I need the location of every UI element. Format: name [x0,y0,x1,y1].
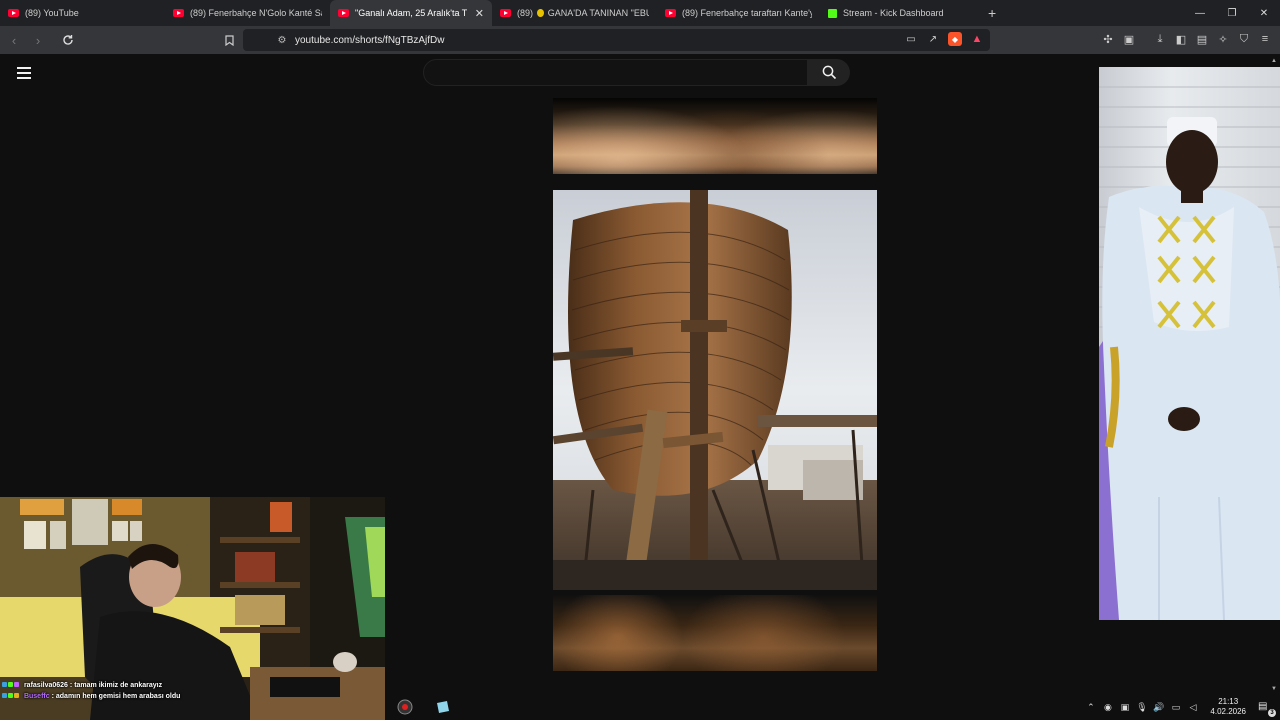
clock-date: 4.02.2026 [1210,707,1246,716]
tab-youtube-home[interactable]: (89) YouTube [0,0,165,26]
youtube-icon [173,9,184,17]
browser-tab-bar: (89) YouTube (89) Fenerbahçe N'Golo Kant… [0,0,1280,26]
youtube-icon [665,9,676,17]
minimize-button[interactable]: — [1184,0,1216,26]
back-arrow-icon[interactable]: ‹ [4,30,24,50]
omnibox-actions: ▭ ↗ ◆ ▲ [904,32,984,46]
microphone-icon[interactable]: 🎙 [1136,702,1147,713]
tab-label: GANA'DA TANINAN "EBU NU [547,8,649,18]
chat-text: tamam ikimiz de ankarayız [74,682,163,689]
url-text[interactable]: youtube.com/shorts/fNgTBzAjfDw [295,35,445,46]
tab-fenerbahce-kante[interactable]: (89) Fenerbahçe N'Golo Kanté Sabiha [165,0,330,26]
wooden-ark-ship-image [553,190,877,590]
chat-username[interactable]: Buseffc [24,693,50,700]
screenshot-icon[interactable]: ▣ [1122,31,1136,47]
search-button[interactable] [808,59,850,86]
close-window-button[interactable]: ✕ [1248,0,1280,26]
restore-button[interactable]: ❐ [1216,0,1248,26]
brave-rewards-icon[interactable]: ▲ [970,32,984,46]
tab-label-prefix: (89) [517,8,534,18]
reload-icon[interactable] [58,30,78,50]
clock[interactable]: 21:13 4.02.2026 [1210,697,1246,717]
vpn-shield-icon[interactable]: ⛉ [1237,31,1251,47]
scroll-up-arrow-icon[interactable]: ▲ [1271,58,1277,64]
browser-toolbar: ‹ › ⚙ youtube.com/shorts/fNgTBzAjfDw ▭ ↗… [0,26,1280,54]
camera-icon[interactable]: ▣ [1119,702,1130,713]
wallet-icon[interactable]: ▤ [1195,31,1209,47]
man-in-white-robe-image [1099,86,1280,620]
related-video-thumbnail[interactable] [1099,67,1280,620]
tab-label: "Ganalı Adam, 25 Aralık'ta Tufan [355,8,467,18]
address-bar[interactable]: ⚙ youtube.com/shorts/fNgTBzAjfDw ▭ ↗ ◆ ▲ [224,29,990,51]
tab-gana-ebu[interactable]: (89) GANA'DA TANINAN "EBU NU [492,0,657,26]
tab-label: (89) Fenerbahçe N'Golo Kanté Sabiha [190,8,322,18]
brave-shields-icon[interactable]: ◆ [948,32,962,46]
sidebar-icon[interactable]: ◧ [1174,31,1188,47]
chat-username[interactable]: rafasilva0626 [24,682,68,689]
streamer-webcam-overlay: rafasilva0626 : tamam ikimiz de ankarayı… [0,497,385,720]
chat-message: Buseffc : adamın hem gemisi hem arabası … [2,692,180,701]
window-controls: — ❐ ✕ [1184,0,1280,26]
system-tray: ⌃ ◉ ▣ 🎙 🔊 ▭ ◁ 21:13 4.02.2026 ▤ 3 [1085,694,1280,720]
volume-icon[interactable]: 🔊 [1153,702,1164,713]
forward-arrow-icon[interactable]: › [28,30,48,50]
scroll-down-arrow-icon[interactable]: ▼ [1271,686,1277,692]
previous-short-thumbnail[interactable] [553,98,877,174]
menu-icon[interactable]: ≡ [1258,31,1272,47]
bookmark-icon[interactable] [221,32,237,48]
notes-app-icon[interactable] [434,698,452,716]
search-input[interactable] [424,60,807,85]
chat-text: adamın hem gemisi hem arabası oldu [55,693,181,700]
short-video-player[interactable] [553,190,877,590]
network-icon[interactable]: ▭ [1170,702,1181,713]
site-info-icon[interactable]: ⚙ [271,35,293,46]
chat-badges-icon [2,681,22,690]
kick-icon [828,8,837,18]
record-indicator-icon[interactable]: ◉ [1102,702,1113,713]
next-short-thumbnail[interactable] [553,595,877,671]
tab-close-icon[interactable]: ✕ [475,7,484,20]
tab-kick-dashboard[interactable]: Stream - Kick Dashboard [820,0,980,26]
tab-label: Stream - Kick Dashboard [843,8,944,18]
clock-time: 21:13 [1218,697,1239,706]
tray-overflow-chevron-icon[interactable]: ⌃ [1085,702,1096,713]
download-icon[interactable]: ⤓ [1153,31,1167,47]
notification-icon[interactable]: ▤ 3 [1258,701,1276,717]
screen: (89) YouTube (89) Fenerbahçe N'Golo Kant… [0,0,1280,720]
search-box[interactable] [423,59,808,86]
youtube-icon [500,9,511,17]
tab-label: (89) Fenerbahçe taraftarı Kante'yi bek [682,8,812,18]
youtube-icon [338,9,349,17]
obs-record-icon[interactable] [396,698,414,716]
tab-ganali-adam[interactable]: "Ganalı Adam, 25 Aralık'ta Tufan ✕ [330,0,492,26]
browser-extensions: ✣ ▣ ⤓ ◧ ▤ ✧ ⛉ ≡ [1101,31,1272,47]
notification-count: 3 [1268,709,1276,717]
search-icon [822,65,836,80]
taskbar-apps [396,698,452,716]
chat-badges-icon [2,692,22,701]
cast-icon[interactable]: ▭ [904,32,918,46]
tab-fenerbahce-taraftari[interactable]: (89) Fenerbahçe taraftarı Kante'yi bek [657,0,820,26]
chat-separator: : [51,693,54,700]
chat-separator: : [69,682,73,689]
speaker-icon[interactable]: ◁ [1187,702,1198,713]
leo-ai-icon[interactable]: ✧ [1216,31,1230,47]
hamburger-menu-icon[interactable] [17,67,31,79]
yellow-circle-emoji [537,9,544,17]
tab-label: (89) YouTube [25,8,79,18]
extensions-icon[interactable]: ✣ [1101,31,1115,47]
youtube-icon [8,9,19,17]
share-icon[interactable]: ↗ [926,32,940,46]
chat-message: rafasilva0626 : tamam ikimiz de ankarayı… [2,681,162,690]
new-tab-button[interactable]: + [988,5,996,21]
